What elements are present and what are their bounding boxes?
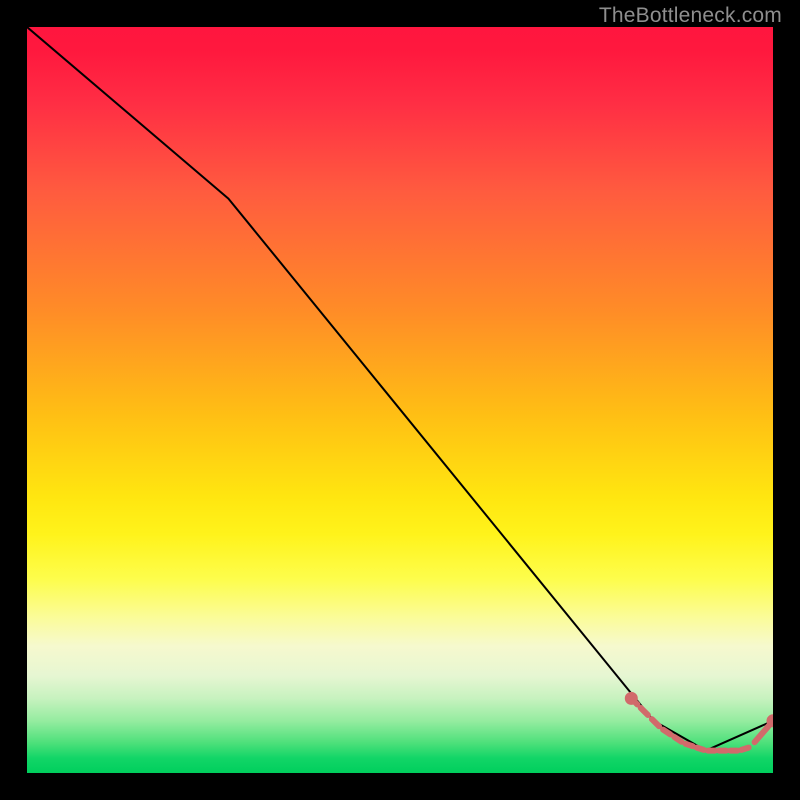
- highlight-dash: [686, 744, 693, 746]
- chart-stage: TheBottleneck.com: [0, 0, 800, 800]
- highlight-dash: [663, 730, 670, 735]
- highlight-dash: [641, 708, 648, 715]
- watermark-label: TheBottleneck.com: [599, 4, 782, 28]
- main-curve: [27, 27, 773, 751]
- highlight-dash: [741, 748, 748, 750]
- highlight-dash: [697, 748, 704, 750]
- highlight-endpoint: [625, 692, 637, 704]
- highlight-dash: [674, 737, 681, 742]
- chart-plot-area: [27, 27, 773, 773]
- chart-svg: [27, 27, 773, 773]
- highlight-dash: [652, 719, 659, 726]
